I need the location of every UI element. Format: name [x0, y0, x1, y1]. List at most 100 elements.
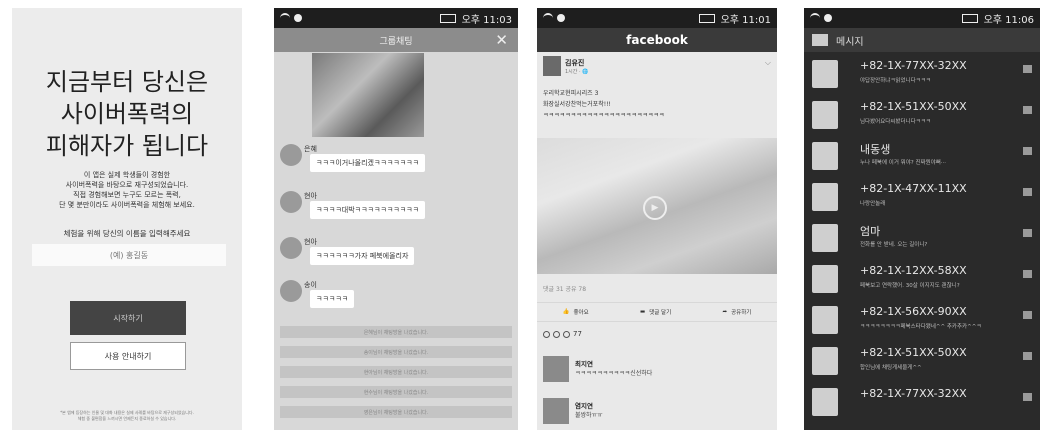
comment-text: 불쌍하ㅠㅠ [575, 412, 603, 419]
comment-text: ㅋㅋㅋㅋㅋㅋㅋㅋㅋㅋ신선하다 [575, 370, 653, 377]
comment-button[interactable]: ▬ 댓글 달기 [640, 308, 671, 316]
message-bubble: ㅋㅋㅋㅋㅋ [310, 290, 355, 308]
post-text: 화장실서강찬먹는거포착!!! [543, 101, 611, 108]
intro-description: 이 앱은 실제 학생들이 경험한 사이버폭력을 바탕으로 재구성되었습니다. 직… [59, 171, 195, 209]
post-time: 1시간 · 🌐 [565, 69, 589, 75]
message-preview: 님다봤어요다씨봤더니다ㅋㅋㅋ [860, 119, 931, 125]
contact-avatar [812, 306, 838, 334]
message-preview: 나랑안놀래 [860, 201, 886, 207]
message-thread[interactable]: 내동생 누나 페북에 이거 뭐야? 진짜뭔야뻐··· [804, 140, 1040, 172]
message-preview: 누나 페북에 이거 뭐야? 진짜뭔야뻐··· [860, 160, 946, 166]
system-notice: 영은님이 채팅방을 나갔습니다. [280, 406, 512, 418]
avatar[interactable] [543, 398, 569, 424]
battery-icon [439, 13, 456, 23]
name-input[interactable] [32, 244, 226, 266]
reaction-icon [563, 330, 570, 338]
avatar[interactable] [280, 237, 302, 259]
contact-name: +82-1X-12XX-58XX [860, 264, 967, 277]
contact-avatar [812, 142, 838, 170]
sim-icon [1023, 65, 1032, 73]
app-title: facebook [537, 28, 777, 52]
sim-icon [1023, 229, 1032, 237]
notification-icon [557, 14, 565, 22]
battery-icon [698, 13, 715, 23]
avatar[interactable] [280, 144, 302, 166]
status-bar: 오후 11:03 [274, 8, 518, 28]
post-text: 우리학교현피시리즈 3 [543, 90, 599, 97]
messages-screen: 오후 11:06 메시지 +82-1X-77XX-32XX 야답장안하냐ㅋ읽었니… [804, 8, 1040, 430]
contact-name: 내동생 [860, 143, 891, 156]
like-button[interactable]: 👍 좋아요 [563, 308, 589, 316]
shared-photo[interactable] [312, 53, 424, 137]
messages-title: 메시지 [836, 36, 864, 48]
sim-icon [1023, 270, 1032, 278]
message-thread[interactable]: +82-1X-51XX-50XX 님다봤어요다씨봤더니다ㅋㅋㅋ [804, 99, 1040, 131]
comment-author[interactable]: 최지연 [575, 358, 593, 368]
avatar[interactable] [280, 191, 302, 213]
sender-name: 송이 [304, 281, 317, 289]
footer-note: *본 앱에 등장하는 인물 및 대화 내용은 실제 사례를 바탕으로 재구성되었… [60, 410, 194, 421]
message-preview: 전화를 안 받네. 오는 길이니? [860, 242, 928, 248]
status-time: 오후 11:03 [461, 14, 512, 26]
like-icon: 👍 [562, 309, 570, 315]
name-prompt: 체험을 위해 당신의 이름을 입력해주세요 [63, 229, 191, 238]
contact-avatar [812, 101, 838, 129]
system-notice: 은혜님이 채팅방을 나갔습니다. [280, 326, 512, 338]
message-preview: 합인님에 채팅게세울게^^ [860, 365, 922, 371]
avatar[interactable] [543, 356, 569, 382]
intro-screen: 지금부터 당신은 사이버폭력의 피해자가 됩니다 이 앱은 실제 학생들이 경험… [12, 8, 242, 430]
post-author[interactable]: 김유진 [565, 58, 584, 68]
chevron-down-icon[interactable]: ⌵ [765, 58, 771, 68]
contact-avatar [812, 265, 838, 293]
share-button[interactable]: ➦ 공유하기 [722, 308, 751, 316]
system-notice: 현수님이 채팅방을 나갔습니다. [280, 386, 512, 398]
status-bar: 오후 11:06 [804, 8, 1040, 28]
play-icon[interactable]: ▶ [643, 196, 667, 220]
notification-icon [294, 14, 302, 22]
post-text: ㅋㅋㅋㅋㅋㅋㅋㅋㅋㅋㅋㅋㅋㅋㅋㅋㅋㅋㅋㅋㅋㅋ [543, 112, 665, 119]
avatar[interactable] [543, 56, 561, 76]
wifi-icon [280, 13, 290, 23]
comment-author[interactable]: 염지연 [575, 400, 593, 410]
message-preview: 야답장안하냐ㅋ읽었니다ㅋㅋㅋ [860, 78, 931, 84]
page-title: 지금부터 당신은 사이버폭력의 피해자가 됩니다 [45, 68, 209, 160]
contact-name: +82-1X-51XX-50XX [860, 100, 967, 113]
contact-avatar [812, 347, 838, 375]
message-thread[interactable]: +82-1X-77XX-32XX [804, 386, 1040, 418]
reaction-icon [553, 330, 560, 338]
comment-item: 염지연 불쌍하ㅠㅠ [543, 398, 771, 430]
message-thread[interactable]: +82-1X-56XX-90XX ㅋㅋㅋㅋㅋㅋㅋㅋ페북스타다됐네^^ 추카추카^… [804, 304, 1040, 336]
contact-avatar [812, 60, 838, 88]
reactions[interactable]: 77 [543, 330, 582, 338]
message-thread[interactable]: 엄마 전화를 안 받네. 오는 길이니? [804, 222, 1040, 254]
start-button[interactable]: 시작하기 [70, 301, 186, 335]
message-thread[interactable]: +82-1X-51XX-50XX 합인님에 채팅게세울게^^ [804, 345, 1040, 377]
status-time: 오후 11:06 [983, 14, 1034, 26]
sim-icon [1023, 188, 1032, 196]
chat-title: 그룹채팅 [379, 36, 413, 47]
contact-name: +82-1X-77XX-32XX [860, 59, 967, 72]
contact-name: +82-1X-51XX-50XX [860, 346, 967, 359]
sim-icon [1023, 311, 1032, 319]
message-thread[interactable]: +82-1X-77XX-32XX 야답장안하냐ㅋ읽었니다ㅋㅋㅋ [804, 58, 1040, 90]
post-actions: 👍 좋아요 ▬ 댓글 달기 ➦ 공유하기 [537, 302, 777, 322]
battery-icon [961, 13, 978, 23]
sim-icon [1023, 352, 1032, 360]
post-stats: 댓글 31 공유 78 [543, 286, 587, 293]
message-thread[interactable]: +82-1X-47XX-11XX 나랑안놀래 [804, 181, 1040, 213]
guide-button[interactable]: 사용 안내하기 [70, 342, 186, 370]
reaction-icon [543, 330, 550, 338]
sim-icon [1023, 147, 1032, 155]
contact-name: 엄마 [860, 225, 881, 238]
avatar[interactable] [280, 280, 302, 302]
close-icon[interactable]: ✕ [495, 31, 508, 49]
facebook-screen: 오후 11:01 facebook 김유진 1시간 · 🌐 ⌵ 우리학교현피시리… [537, 8, 777, 430]
share-icon: ➦ [722, 309, 728, 315]
system-notice: 송이님이 채팅방을 나갔습니다. [280, 346, 512, 358]
message-bubble: ㅋㅋㅋ이거나올리겠ㅋㅋㅋㅋㅋㅋㅋ [310, 154, 426, 172]
messages-header: 메시지 [804, 28, 1040, 52]
sim-icon [1023, 106, 1032, 114]
message-thread[interactable]: +82-1X-12XX-58XX 페북보고 연락했어. 30살 이지지도 괜찮니… [804, 263, 1040, 295]
message-preview: 페북보고 연락했어. 30살 이지지도 괜찮니? [860, 283, 960, 289]
contact-name: +82-1X-77XX-32XX [860, 387, 967, 400]
